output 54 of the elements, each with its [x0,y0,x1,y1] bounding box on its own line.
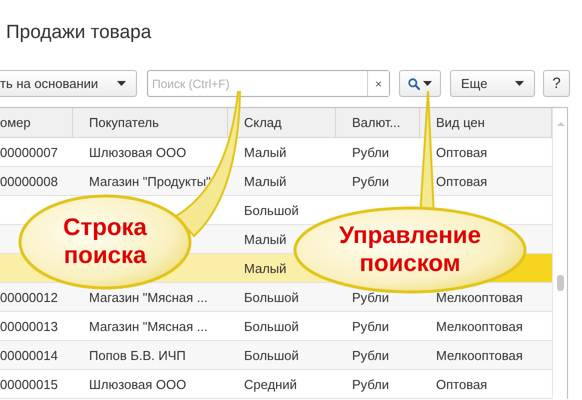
column-header[interactable]: Покупатель [73,108,228,137]
more-button[interactable]: Еще [450,70,535,97]
window-title: Продажи товара [6,22,152,43]
table-cell-text: Мелкооптовая [435,318,523,334]
table-cell-text: Рубли [351,174,390,188]
search-options-button[interactable] [399,70,441,97]
table-cell-text: Магазин "Продукты" [88,174,211,188]
caret-icon [515,81,524,86]
table-cell-text: Магазин "Мясная ... [88,318,208,334]
column-header[interactable]: Валют... [336,108,420,137]
help-button[interactable]: ? [543,70,570,97]
table-cell-text: Попов Б.В. ИЧП [88,348,186,362]
clear-button[interactable]: × [367,71,389,96]
table-cell-text: Рубли [351,318,390,334]
table-cell-text: Магазин "Мясная ... [88,290,208,304]
column-header[interactable]: омер [0,108,73,137]
table-cell-text: Оптовая [435,174,488,188]
callout-text: Управление поиском [338,222,482,278]
table-cell: 00000014 [0,348,58,362]
table-cell-text: Малый [243,174,286,188]
table-cell-text: Мелкооптовая [435,348,523,362]
table-cell-text: Большой [243,290,299,304]
table-cell-text: Средний [243,376,297,392]
table-row[interactable]: 00000014 Попов Б.В. ИЧП Большой Рубли Мелкооптовая [0,341,552,370]
table-cell-text: Рубли [351,290,390,304]
table-cell-text: Оптовая [435,144,488,160]
table-cell-text: Рубли [351,144,390,160]
table-cell-text: Оптовая [435,376,488,392]
search-field[interactable]: Поиск (Ctrl+F) × [147,70,390,97]
table-cell-text: Большой [243,318,299,334]
table-cell-text: Шлюзовая ООО [88,376,186,392]
table-cell-text: Мелкооптовая [435,290,523,304]
table-cell-text: Малый [243,232,286,246]
table-cell: 00000007 [0,144,58,160]
scrollbar-thumb[interactable] [557,275,564,291]
table-cell-text: Большой [243,348,299,362]
table-cell: 00000008 [0,174,58,188]
table-cell-text: Шлюзовая ООО [88,144,186,160]
table-cell: 00000012 [0,290,58,304]
table-cell: 00000013 [0,318,58,334]
table-row[interactable]: 00000015 Шлюзовая ООО Средний Рубли Оптовая [0,370,552,399]
create-based-on-button[interactable]: ть на основании [0,70,137,97]
table-row[interactable]: 00000012 Магазин "Мясная ... Большой Рубли Мелкооптовая [0,283,552,312]
table-cell: 00000015 [0,376,58,392]
table-cell-text: Большой [243,202,299,218]
table-cell-text: Рубли [351,348,390,362]
table-cell-text: Малый [243,144,286,160]
caret-icon [423,81,432,86]
caret-icon [117,81,126,86]
search-icon [408,78,420,90]
table-cell-text: Малый [243,260,286,276]
table-row[interactable]: 00000008 Магазин "Продукты" Малый Рубли Оптовая [0,167,552,196]
scroll-up-icon[interactable] [557,122,565,126]
table-cell-text: Рубли [351,376,390,392]
